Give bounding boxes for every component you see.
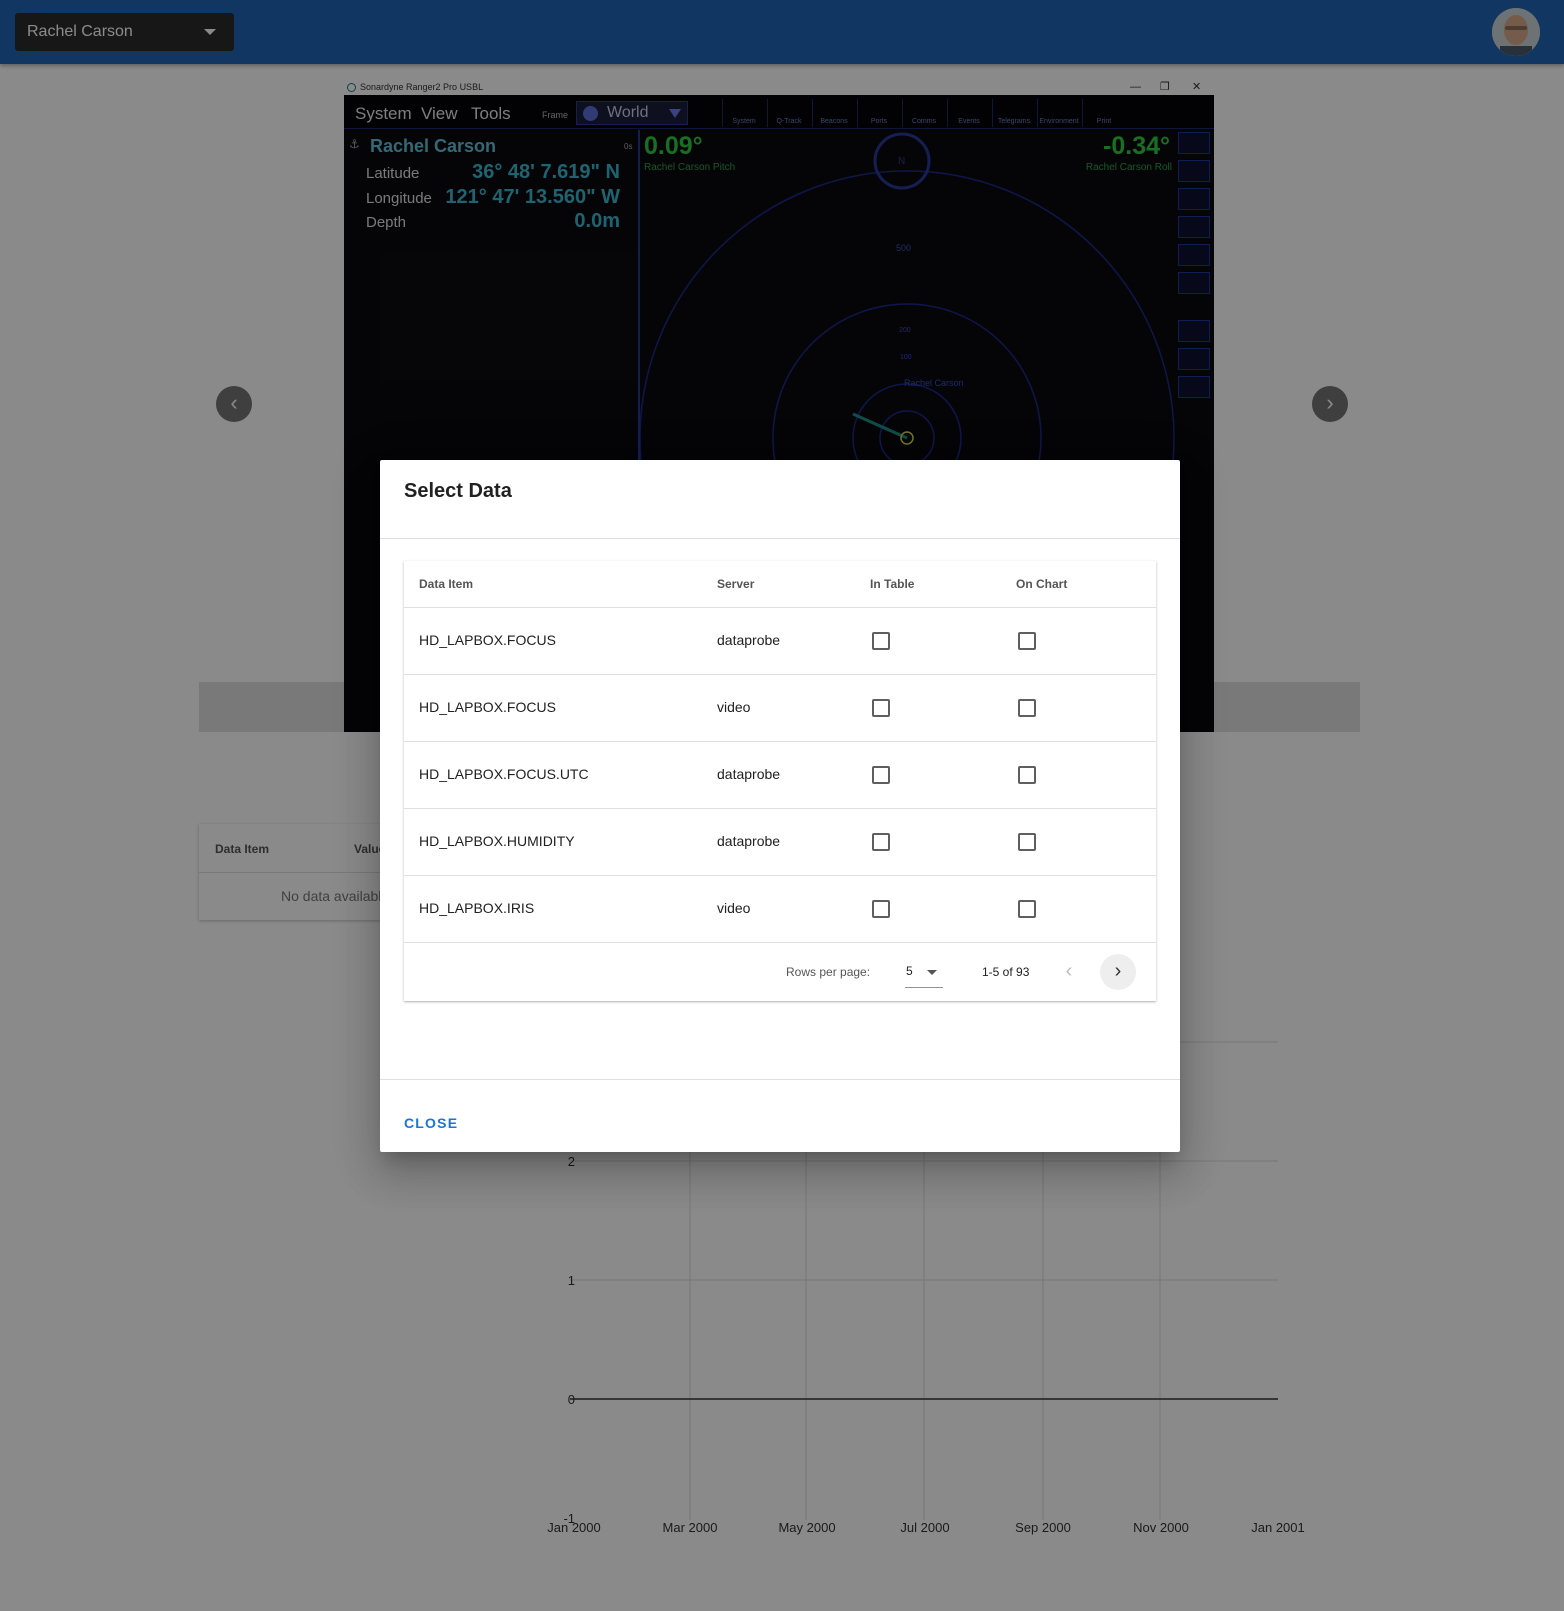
prev-page-button[interactable]: ‹ (1051, 954, 1087, 990)
on-chart-checkbox[interactable] (1018, 766, 1036, 784)
col-data-item[interactable]: Data Item (419, 577, 473, 591)
table-row: HD_LAPBOX.HUMIDITY dataprobe (404, 809, 1156, 876)
pagination-range: 1-5 of 93 (982, 965, 1030, 979)
in-table-checkbox[interactable] (872, 833, 890, 851)
in-table-checkbox[interactable] (872, 699, 890, 717)
table-row: HD_LAPBOX.FOCUS video (404, 675, 1156, 742)
next-page-button[interactable]: › (1100, 954, 1136, 990)
row-server: dataprobe (717, 766, 781, 782)
row-data-item: HD_LAPBOX.FOCUS (419, 632, 556, 648)
select-data-table: Data Item Server In Table On Chart HD_LA… (404, 561, 1156, 1001)
rows-per-page-select[interactable]: 5 (906, 964, 913, 978)
chevron-left-icon: ‹ (1065, 960, 1073, 982)
on-chart-checkbox[interactable] (1018, 699, 1036, 717)
table-row: HD_LAPBOX.IRIS video (404, 876, 1156, 943)
col-in-table[interactable]: In Table (870, 577, 914, 591)
rows-per-page-label: Rows per page: (786, 965, 871, 979)
chevron-right-icon: › (1114, 960, 1122, 982)
col-server[interactable]: Server (717, 577, 754, 591)
in-table-checkbox[interactable] (872, 900, 890, 918)
table-row: HD_LAPBOX.FOCUS.UTC dataprobe (404, 742, 1156, 809)
dialog-divider (380, 538, 1180, 539)
dialog-actions-divider (380, 1079, 1180, 1080)
on-chart-checkbox[interactable] (1018, 632, 1036, 650)
table-row: HD_LAPBOX.FOCUS dataprobe (404, 608, 1156, 675)
row-data-item: HD_LAPBOX.HUMIDITY (419, 833, 575, 849)
in-table-checkbox[interactable] (872, 632, 890, 650)
chevron-down-icon[interactable] (927, 970, 937, 975)
row-server: dataprobe (717, 632, 781, 648)
row-data-item: HD_LAPBOX.IRIS (419, 900, 535, 916)
col-on-chart[interactable]: On Chart (1016, 577, 1067, 591)
in-table-checkbox[interactable] (872, 766, 890, 784)
row-data-item: HD_LAPBOX.FOCUS.UTC (419, 766, 589, 782)
dialog-title: Select Data (404, 480, 512, 502)
on-chart-checkbox[interactable] (1018, 900, 1036, 918)
row-data-item: HD_LAPBOX.FOCUS (419, 699, 556, 715)
rows-per-page-underline (905, 987, 943, 988)
select-data-dialog: Select Data Data Item Server In Table On… (380, 460, 1180, 1152)
row-server: video (717, 699, 751, 715)
on-chart-checkbox[interactable] (1018, 833, 1036, 851)
row-server: dataprobe (717, 833, 781, 849)
close-button[interactable]: CLOSE (404, 1115, 458, 1131)
row-server: video (717, 900, 751, 916)
table-pagination: Rows per page: 5 1-5 of 93 ‹ › (404, 943, 1156, 1001)
table-header: Data Item Server In Table On Chart (404, 561, 1156, 608)
